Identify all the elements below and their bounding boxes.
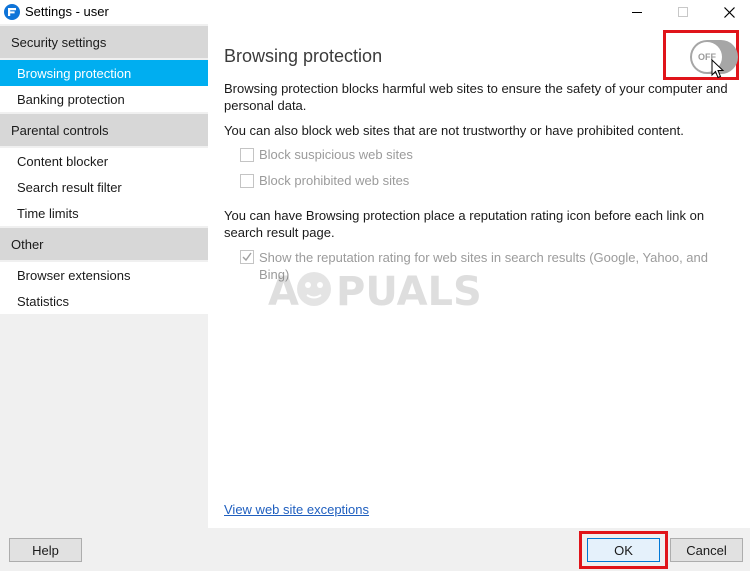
footer-bar: Help OK Cancel xyxy=(0,528,750,571)
sidebar-item-search-result-filter[interactable]: Search result filter xyxy=(0,174,208,200)
checkmark-icon xyxy=(242,252,252,262)
window-title: Settings - user xyxy=(25,4,109,19)
sidebar-header-security-settings[interactable]: Security settings xyxy=(0,26,208,58)
sidebar-item-browser-extensions[interactable]: Browser extensions xyxy=(0,262,208,288)
sidebar-item-time-limits[interactable]: Time limits xyxy=(0,200,208,226)
sidebar-item-browsing-protection[interactable]: Browsing protection xyxy=(0,60,208,86)
minimize-icon xyxy=(632,12,642,13)
help-button[interactable]: Help xyxy=(9,538,82,562)
sidebar-header-label: Other xyxy=(11,237,44,252)
block-prohibited-checkbox[interactable] xyxy=(240,174,254,188)
maximize-icon xyxy=(678,7,688,17)
page-title: Browsing protection xyxy=(224,46,383,66)
close-icon xyxy=(723,6,735,18)
sidebar-header-parental-controls[interactable]: Parental controls xyxy=(0,114,208,146)
svg-text:A: A xyxy=(268,269,299,313)
block-intro-text: You can also block web sites that are no… xyxy=(224,123,684,138)
title-bar: Settings - user xyxy=(0,0,750,24)
block-prohibited-label: Block prohibited web sites xyxy=(259,173,410,188)
watermark: A PUALS xyxy=(268,265,488,315)
sidebar-item-label: Content blocker xyxy=(17,154,109,169)
sidebar-header-label: Security settings xyxy=(11,35,107,50)
f-secure-logo-icon xyxy=(4,4,20,20)
sidebar-header-label: Parental controls xyxy=(11,123,109,138)
appuals-watermark-logo: A PUALS xyxy=(268,269,482,315)
sidebar-item-label: Time limits xyxy=(17,206,79,221)
maximize-button[interactable] xyxy=(660,0,706,24)
description-text: Browsing protection blocks harmful web s… xyxy=(224,81,728,113)
sidebar-item-label: Browsing protection xyxy=(17,66,132,81)
sidebar-item-banking-protection[interactable]: Banking protection xyxy=(0,86,208,112)
block-suspicious-label: Block suspicious web sites xyxy=(259,147,413,162)
sidebar-item-label: Statistics xyxy=(17,294,70,309)
sidebar-header-other[interactable]: Other xyxy=(0,228,208,260)
rating-intro-text: You can have Browsing protection place a… xyxy=(224,208,705,240)
close-button[interactable] xyxy=(706,0,750,24)
minimize-button[interactable] xyxy=(614,0,660,24)
sidebar-item-statistics[interactable]: Statistics xyxy=(0,288,208,314)
ok-button[interactable]: OK xyxy=(587,538,660,562)
sidebar-item-label: Browser extensions xyxy=(17,268,131,283)
sidebar: Security settings Browsing protection Ba… xyxy=(0,24,208,528)
sidebar-item-label: Search result filter xyxy=(17,180,122,195)
sidebar-item-content-blocker[interactable]: Content blocker xyxy=(0,148,208,174)
block-suspicious-checkbox[interactable] xyxy=(240,148,254,162)
sidebar-item-label: Banking protection xyxy=(17,92,125,107)
mouse-pointer-icon xyxy=(711,59,725,79)
view-exceptions-link[interactable]: View web site exceptions xyxy=(224,502,369,517)
svg-text:PUALS: PUALS xyxy=(336,269,482,313)
cancel-button[interactable]: Cancel xyxy=(670,538,743,562)
reputation-rating-checkbox[interactable] xyxy=(240,250,254,264)
